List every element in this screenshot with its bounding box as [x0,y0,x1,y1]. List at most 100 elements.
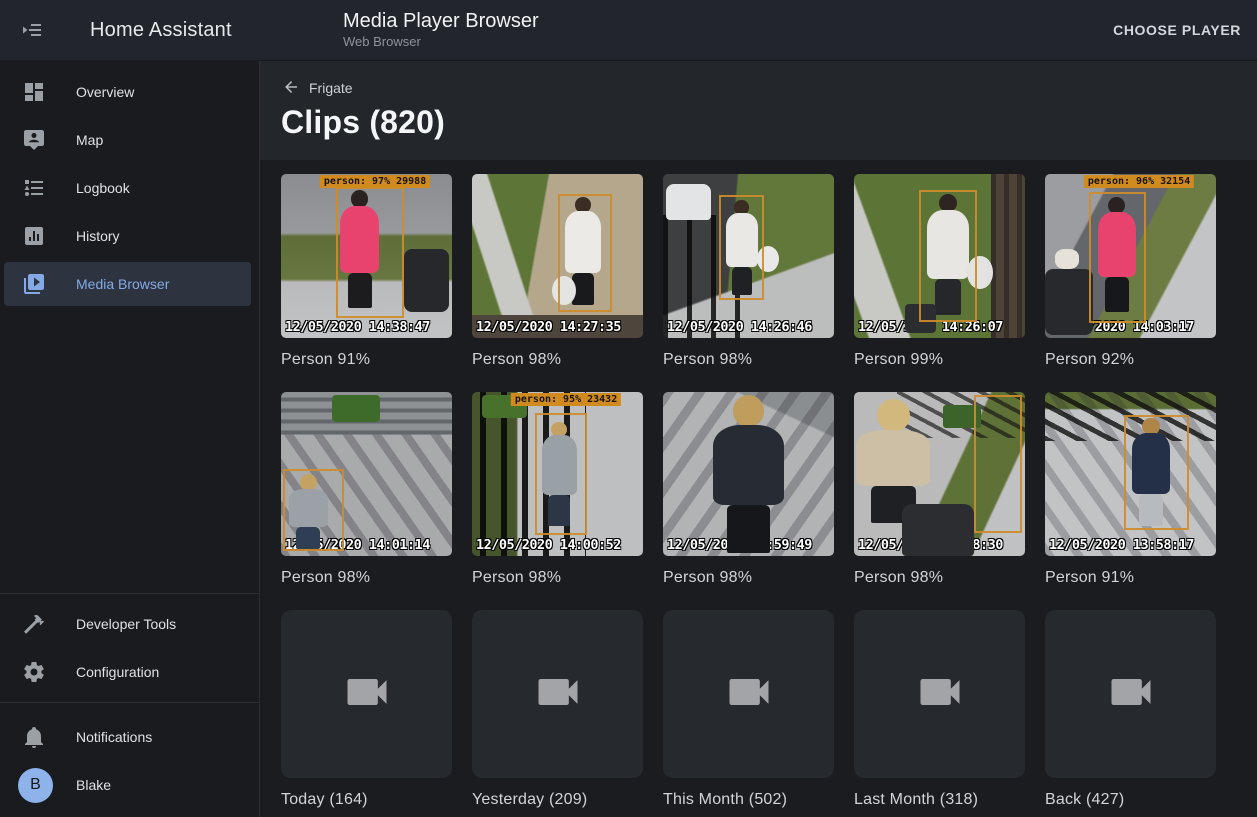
folder-thumbnail [472,610,643,778]
folder-caption: Last Month (318) [854,791,1025,809]
sidebar-item-overview[interactable]: Overview [0,68,259,116]
sidebar-item-map[interactable]: Map [0,116,259,164]
sidebar-item-history[interactable]: History [0,212,259,260]
page-title-block: Media Player Browser Web Browser [343,10,539,50]
main-content: Frigate Clips (820) person: 97% 29988 12… [260,60,1257,817]
scene-accessory [902,504,974,556]
app-bar: Home Assistant Media Player Browser Web … [0,0,1257,60]
detection-bbox [336,187,404,318]
folder-thumbnail [854,610,1025,778]
sidebar-item-label: Notifications [76,729,152,745]
scene-accessory [666,184,710,220]
sidebar-item-developer-tools[interactable]: Developer Tools [0,600,259,648]
clip-card[interactable]: 12/05/2020 14:26:07 Person 99% [854,174,1025,369]
clip-caption: Person 98% [663,569,834,587]
breadcrumb-label[interactable]: Frigate [309,80,353,96]
detection-bbox [535,413,586,534]
sidebar-item-label: Map [76,132,103,148]
cog-icon [22,660,46,684]
user-name: Blake [76,777,111,793]
clip-thumbnail: person: 96% 32154 12/05/2020 14:03:17 [1045,174,1216,338]
clip-card[interactable]: person: 97% 29988 12/05/2020 14:38:47 Pe… [281,174,452,369]
clip-timestamp-overlay: 12/05/2020 14:00:52 [476,537,621,553]
scene-accessory [1055,249,1079,269]
breadcrumb: Frigate [281,78,1257,98]
sidebar-main-items: Overview Map Logbook History Media Brows… [0,61,259,308]
bell-icon [22,725,46,749]
sidebar-toggle-button[interactable] [20,18,44,42]
sidebar-item-label: Configuration [76,664,159,680]
home-assistant-app: Home Assistant Media Player Browser Web … [0,0,1257,817]
clip-thumbnail: 12/05/2020 14:01:14 [281,392,452,556]
clip-thumbnail: 12/05/2020 14:27:35 [472,174,643,338]
folder-thumbnail [281,610,452,778]
folder-thumbnail [663,610,834,778]
app-title: Home Assistant [90,19,232,42]
clip-caption: Person 98% [854,569,1025,587]
sidebar-system-section: Notifications B Blake [0,702,259,817]
clip-thumbnail: 12/05/2020 14:26:46 [663,174,834,338]
clip-card[interactable]: person: 96% 32154 12/05/2020 14:03:17 Pe… [1045,174,1216,369]
sidebar-item-configuration[interactable]: Configuration [0,648,259,696]
clip-card[interactable]: 12/05/2020 14:26:46 Person 98% [663,174,834,369]
folder-thumbnail [1045,610,1216,778]
clip-caption: Person 98% [663,351,834,369]
clip-grid: person: 97% 29988 12/05/2020 14:38:47 Pe… [281,174,1257,809]
page-title: Clips (820) [281,104,1257,141]
detection-bbox [283,469,345,551]
video-camera-icon [532,666,584,723]
sidebar-item-label: History [76,228,120,244]
clip-caption: Person 98% [472,569,643,587]
sidebar: Overview Map Logbook History Media Brows… [0,60,260,817]
sidebar-item-label: Overview [76,84,134,100]
folder-caption: Today (164) [281,791,452,809]
account-tooltip-icon [22,128,46,152]
clip-timestamp-overlay: 12/05/2020 14:26:46 [667,319,812,335]
sidebar-item-media-browser[interactable]: Media Browser [0,260,259,308]
media-folder-card[interactable]: Last Month (318) [854,610,1025,809]
view-dashboard-icon [22,80,46,104]
clip-card[interactable]: 12/05/2020 13:58:30 Person 98% [854,392,1025,587]
clip-timestamp-overlay: 12/05/2020 14:27:35 [476,319,621,335]
detection-bbox [974,395,1022,533]
media-folder-card[interactable]: Back (427) [1045,610,1216,809]
chart-box-icon [22,224,46,248]
sidebar-item-label: Logbook [76,180,130,196]
detection-label: person: 97% 29988 [320,175,430,188]
sidebar-item-user-profile[interactable]: B Blake [0,761,259,809]
clip-timestamp-overlay: 12/05/2020 13:58:17 [1049,537,1194,553]
sidebar-spacer [0,308,259,593]
media-grid-scroll-area[interactable]: person: 97% 29988 12/05/2020 14:38:47 Pe… [260,160,1257,817]
detection-bbox [1124,415,1189,530]
video-camera-icon [341,666,393,723]
scene-accessory [404,249,448,311]
media-folder-card[interactable]: This Month (502) [663,610,834,809]
clip-caption: Person 98% [472,351,643,369]
clip-thumbnail: person: 97% 29988 12/05/2020 14:38:47 [281,174,452,338]
clip-card[interactable]: 12/05/2020 14:27:35 Person 98% [472,174,643,369]
clip-card[interactable]: 12/05/2020 13:59:49 Person 98% [663,392,834,587]
media-folder-card[interactable]: Today (164) [281,610,452,809]
clip-thumbnail: 12/05/2020 13:59:49 [663,392,834,556]
person-figure [711,395,786,552]
app-bar-left: Home Assistant [0,18,260,42]
clip-caption: Person 91% [281,351,452,369]
hammer-icon [22,612,46,636]
sidebar-item-logbook[interactable]: Logbook [0,164,259,212]
detection-bbox [719,195,763,300]
clip-card[interactable]: 12/05/2020 13:58:17 Person 91% [1045,392,1216,587]
breadcrumb-back-button[interactable] [281,78,301,98]
clip-card[interactable]: person: 95% 23432 12/05/2020 14:00:52 Pe… [472,392,643,587]
clip-thumbnail: 12/05/2020 13:58:17 [1045,392,1216,556]
choose-player-button[interactable]: CHOOSE PLAYER [1101,12,1253,48]
video-camera-icon [1105,666,1157,723]
sidebar-item-notifications[interactable]: Notifications [0,713,259,761]
play-box-multiple-icon [22,272,46,296]
clip-card[interactable]: 12/05/2020 14:01:14 Person 98% [281,392,452,587]
body-row: Overview Map Logbook History Media Brows… [0,60,1257,817]
sidebar-item-label: Developer Tools [76,616,176,632]
menu-open-icon [20,30,44,45]
media-folder-card[interactable]: Yesterday (209) [472,610,643,809]
scene-accessory [332,395,380,421]
detection-bbox [919,190,977,321]
